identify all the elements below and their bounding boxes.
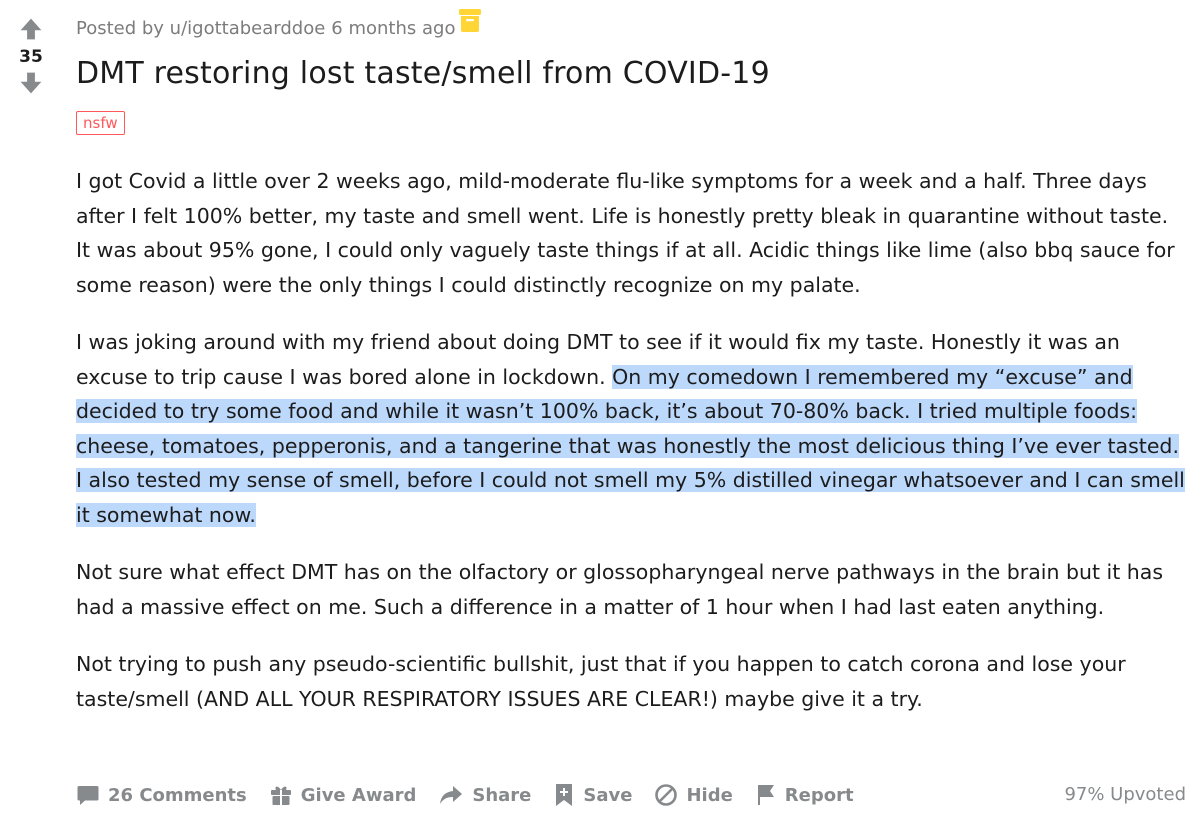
save-label: Save [583,784,633,806]
share-arrow-icon [440,786,463,804]
comment-bubble-icon [77,786,99,805]
comments-label: 26 Comments [108,784,247,806]
body-paragraph: Not trying to push any pseudo-scientific… [76,652,1126,711]
save-button[interactable]: Save [553,782,632,808]
report-button[interactable]: Report [755,783,854,807]
nsfw-flair: nsfw [76,111,125,135]
post-title[interactable]: DMT restoring lost taste/smell from COVI… [76,54,770,94]
hide-button[interactable]: Hide [654,783,733,807]
gift-icon [270,786,291,805]
hide-slash-icon [655,784,678,806]
bookmark-plus-icon [556,784,573,806]
flag-icon [757,785,774,805]
comments-button[interactable]: 26 Comments [76,783,247,807]
give-award-label: Give Award [300,784,417,806]
share-label: Share [472,784,532,806]
arrow-up-icon [20,18,42,40]
report-label: Report [784,784,854,806]
give-award-button[interactable]: Give Award [269,783,417,807]
body-paragraph: I got Covid a little over 2 weeks ago, m… [76,169,1175,297]
body-paragraph: Not sure what effect DMT has on the olfa… [76,560,1164,619]
post-actions-bar: 26 Comments Give Award Share Save Hide R… [76,777,1186,813]
archive-box-icon [459,9,481,32]
posted-by-link[interactable]: Posted by u/igottabearddoe [76,18,325,39]
downvote-button[interactable] [14,68,48,98]
body-paragraph: I was joking around with my friend about… [76,325,1186,532]
vote-column: 35 [0,0,62,98]
post-age[interactable]: 6 months ago [331,18,455,39]
hide-label: Hide [686,784,733,806]
post-meta: Posted by u/igottabearddoe 6 months ago [76,14,455,42]
post-body: I got Covid a little over 2 weeks ago, m… [76,164,1186,739]
share-button[interactable]: Share [438,783,531,807]
upvote-ratio: 97% Upvoted [1064,784,1186,805]
upvote-button[interactable] [14,14,48,44]
arrow-down-icon [20,72,42,94]
vote-score: 35 [19,47,43,67]
